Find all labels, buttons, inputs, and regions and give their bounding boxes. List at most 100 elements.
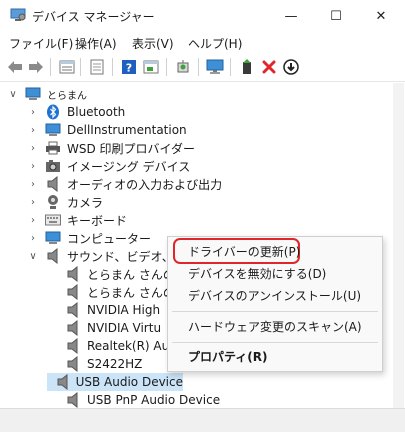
maximize-icon: ☐ xyxy=(330,8,342,24)
update-driver-button[interactable] xyxy=(238,58,256,76)
context-menu: ドライバーの更新(P) デバイスを無効にする(D) デバイスのアンインストール(… xyxy=(167,236,383,372)
document-icon xyxy=(90,59,104,75)
tree-child-item[interactable]: NVIDIA High xyxy=(47,301,160,319)
tree-child-item[interactable]: NVIDIA Virtu xyxy=(47,319,161,337)
update-driver-menu-item[interactable]: ドライバーの更新(P) xyxy=(168,240,382,262)
menu-item-label: プロパティ(R) xyxy=(188,349,268,364)
help-icon: ? xyxy=(122,60,136,75)
view-resources-button[interactable] xyxy=(142,58,160,76)
toolbar-separator xyxy=(112,58,113,76)
properties-view-button[interactable] xyxy=(88,58,106,76)
chevron-right-icon[interactable]: › xyxy=(27,143,39,154)
red-x-icon xyxy=(262,60,276,74)
svg-text:?: ? xyxy=(126,62,132,75)
printer-icon xyxy=(45,140,61,156)
scan-hardware-menu-item[interactable]: ハードウェア変更のスキャン(A) xyxy=(168,315,382,337)
device-manager-icon xyxy=(10,8,26,21)
tree-item-sound-video[interactable]: ∨ サウンド、ビデオ、お xyxy=(27,247,186,265)
tree-item-bluetooth[interactable]: › Bluetooth xyxy=(27,103,125,121)
speaker-icon xyxy=(65,302,81,318)
tree-item-keyboard[interactable]: › キーボード xyxy=(27,211,127,229)
close-icon: ✕ xyxy=(375,8,387,24)
window-green-icon xyxy=(143,60,159,74)
speaker-icon xyxy=(65,320,81,336)
menu-item-label: デバイスのアンインストール(U) xyxy=(188,288,362,303)
forward-button[interactable] xyxy=(27,58,45,76)
tree-child-item[interactable]: とらまん さんの xyxy=(47,283,175,301)
tree-item-label: NVIDIA Virtu xyxy=(87,321,162,335)
forward-arrow-icon xyxy=(29,61,43,73)
tree-item-label: Realtek(R) Au xyxy=(87,339,170,353)
tree-child-item[interactable]: Realtek(R) Au xyxy=(47,337,169,355)
menu-action[interactable]: 操作(A) xyxy=(75,35,117,52)
camera-device-icon xyxy=(45,158,61,174)
vertical-scrollbar[interactable] xyxy=(393,83,404,408)
window-title: デバイス マネージャー xyxy=(32,10,155,24)
monitor-icon xyxy=(45,122,61,138)
back-button[interactable] xyxy=(6,58,24,76)
tree-root[interactable]: ∨ とらまん xyxy=(7,85,87,103)
toolbar-separator xyxy=(230,58,231,76)
tree-item-label: イメージング デバイス xyxy=(67,159,191,174)
toolbar-separator xyxy=(198,58,199,76)
tree-child-item[interactable]: S2422HZ xyxy=(47,355,142,373)
show-hide-tree-button[interactable] xyxy=(58,58,76,76)
chevron-right-icon[interactable]: › xyxy=(27,215,39,226)
status-bar xyxy=(0,408,405,432)
close-button[interactable]: ✕ xyxy=(358,0,404,32)
menu-help[interactable]: ヘルプ(H) xyxy=(188,35,242,52)
chevron-right-icon[interactable]: › xyxy=(27,233,39,244)
tree-item-label: Bluetooth xyxy=(67,105,126,119)
tree-item-label: USB PnP Audio Device xyxy=(87,393,221,407)
tree-item-label: DellInstrumentation xyxy=(67,123,187,137)
tree-item-computer[interactable]: › コンピューター xyxy=(27,229,151,247)
tree-root-label: とらまん xyxy=(47,90,87,102)
maximize-button[interactable]: ☐ xyxy=(313,0,359,32)
tree-item-camera[interactable]: › カメラ xyxy=(27,193,103,211)
menu-item-label: ハードウェア変更のスキャン(A) xyxy=(188,319,362,334)
menu-file[interactable]: ファイル(F) xyxy=(9,35,73,52)
chevron-right-icon[interactable]: › xyxy=(27,161,39,172)
toolbar: ? xyxy=(0,52,405,82)
tree-item-label: オーディオの入力および出力 xyxy=(67,177,223,192)
tree-item-dellinstrumentation[interactable]: › DellInstrumentation xyxy=(27,121,187,139)
scan-hardware-icon xyxy=(177,60,189,73)
tree-item-imaging[interactable]: › イメージング デバイス xyxy=(27,157,190,175)
menu-view[interactable]: 表示(V) xyxy=(132,35,174,52)
menu-item-label: デバイスを無効にする(D) xyxy=(188,266,327,281)
tree-item-audio-io[interactable]: › オーディオの入力および出力 xyxy=(27,175,222,193)
chevron-right-icon[interactable]: › xyxy=(27,125,39,136)
tree-child-item-selected[interactable]: USB Audio Device xyxy=(47,373,183,391)
tree-child-item[interactable]: USB PnP Audio Device xyxy=(47,391,220,408)
scan-hardware-button[interactable] xyxy=(174,58,192,76)
chevron-down-icon[interactable]: ∨ xyxy=(7,89,19,100)
speaker-icon xyxy=(45,248,61,264)
chevron-right-icon[interactable]: › xyxy=(27,197,39,208)
properties-menu-item[interactable]: プロパティ(R) xyxy=(168,345,382,367)
monitor-button[interactable] xyxy=(206,58,224,76)
toolbar-separator xyxy=(80,58,81,76)
tree-child-item[interactable]: とらまん さんの xyxy=(47,265,175,283)
tree-item-label: とらまん さんの xyxy=(87,285,175,300)
speaker-icon xyxy=(65,338,81,354)
uninstall-device-button[interactable] xyxy=(260,58,278,76)
disable-device-button[interactable] xyxy=(282,58,300,76)
speaker-icon xyxy=(45,176,61,192)
minimize-icon: — xyxy=(284,8,298,24)
computer-icon xyxy=(45,230,61,246)
uninstall-device-menu-item[interactable]: デバイスのアンインストール(U) xyxy=(168,284,382,306)
disable-device-menu-item[interactable]: デバイスを無効にする(D) xyxy=(168,262,382,284)
chevron-right-icon[interactable]: › xyxy=(27,107,39,118)
speaker-icon xyxy=(65,392,81,408)
chevron-right-icon[interactable]: › xyxy=(27,179,39,190)
minimize-button[interactable]: — xyxy=(268,0,314,32)
tree-item-label: キーボード xyxy=(67,213,128,228)
tree-item-label: USB Audio Device xyxy=(75,375,183,389)
help-button[interactable]: ? xyxy=(120,58,138,76)
chevron-down-icon[interactable]: ∨ xyxy=(27,251,39,262)
tree-item-wsd-print[interactable]: › WSD 印刷プロバイダー xyxy=(27,139,195,157)
bluetooth-icon xyxy=(45,104,61,120)
tree-item-label: S2422HZ xyxy=(87,357,143,371)
webcam-icon xyxy=(45,194,61,210)
download-circle-icon xyxy=(283,59,299,75)
